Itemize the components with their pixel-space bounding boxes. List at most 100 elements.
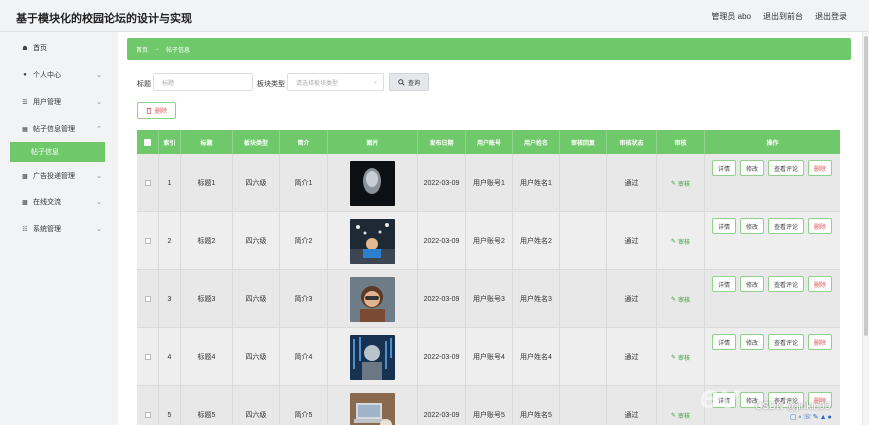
post-thumbnail-image[interactable]	[350, 160, 395, 206]
sidebar-item-label: 首页	[33, 45, 47, 52]
sidebar-item-posts[interactable]: ▦ 帖子信息管理 ⌃	[0, 119, 118, 139]
row-checkbox[interactable]	[144, 354, 151, 360]
row-select-cell[interactable]	[137, 328, 159, 386]
sidebar-subitem-post-info[interactable]: 帖子信息	[10, 142, 105, 162]
cell-index: 5	[159, 386, 181, 425]
logout-link[interactable]: 退出登录	[815, 11, 847, 22]
cell-image	[328, 212, 418, 270]
cell-index: 4	[159, 328, 181, 386]
edit-button[interactable]: 修改	[739, 218, 764, 234]
cell-reply	[560, 154, 607, 212]
cell-type: 四六级	[233, 328, 280, 386]
cell-type: 四六级	[233, 154, 280, 212]
post-thumbnail-image[interactable]	[350, 392, 395, 425]
cell-title: 标题4	[181, 328, 233, 386]
row-select-cell[interactable]	[137, 270, 159, 328]
chevron-down-icon: ⌄	[372, 79, 378, 85]
cell-audit: ✎ 审核	[657, 328, 705, 386]
cell-account: 用户账号1	[466, 154, 513, 212]
sidebar-item-users[interactable]: ☰ 用户管理 ⌄	[0, 92, 118, 112]
row-checkbox[interactable]	[144, 180, 151, 186]
query-button-label: 查询	[407, 80, 420, 87]
sidebar-item-personal[interactable]: ● 个人中心 ⌄	[0, 65, 118, 85]
view-comments-button[interactable]: 查看评论	[768, 276, 805, 292]
cell-reply	[560, 328, 607, 386]
edit-button[interactable]: 修改	[739, 160, 764, 176]
batch-delete-button[interactable]: 删除	[137, 102, 176, 119]
select-all-checkbox[interactable]	[144, 138, 151, 146]
cell-title: 标题1	[181, 154, 233, 212]
detail-button[interactable]: 详情	[711, 276, 736, 292]
admin-label: 管理员 abo	[711, 12, 751, 21]
vertical-scrollbar[interactable]	[862, 32, 869, 425]
row-delete-button[interactable]: 删除	[808, 218, 833, 234]
audit-link[interactable]: ✎ 审核	[671, 237, 690, 246]
detail-button[interactable]: 详情	[711, 334, 736, 350]
row-checkbox[interactable]	[144, 296, 151, 302]
audit-link[interactable]: ✎ 审核	[671, 295, 690, 304]
detail-button[interactable]: 详情	[711, 160, 736, 176]
audit-link-label: 审核	[678, 239, 691, 246]
post-thumbnail-image[interactable]	[350, 218, 395, 264]
col-index: 索引	[159, 130, 181, 154]
breadcrumb-home[interactable]: 首页	[136, 45, 148, 54]
post-thumbnail-image[interactable]	[350, 334, 395, 380]
row-actions: 详情 修改 查看评论 删除	[705, 160, 839, 176]
type-filter-select[interactable]: 请选择板块类型 ⌄	[287, 73, 384, 91]
apps-icon: ▩	[22, 199, 28, 206]
col-type: 板块类型	[233, 130, 280, 154]
cell-title: 标题5	[181, 386, 233, 425]
sidebar-item-home[interactable]: ☗ 首页	[0, 38, 118, 58]
sidebar-item-ads[interactable]: ▩ 广告投递管理 ⌄	[0, 166, 118, 186]
chevron-down-icon: ⌄	[96, 72, 102, 79]
edit-button[interactable]: 修改	[739, 334, 764, 350]
col-account: 用户账号	[466, 130, 513, 154]
row-checkbox[interactable]	[144, 412, 151, 418]
cell-date: 2022-03-09	[418, 328, 466, 386]
row-checkbox[interactable]	[144, 238, 151, 244]
query-button[interactable]: 查询	[389, 73, 429, 91]
edit-button[interactable]: 修改	[739, 276, 764, 292]
audit-link[interactable]: ✎ 审核	[671, 179, 690, 188]
type-filter-label: 板块类型	[257, 81, 285, 88]
sidebar-item-chat[interactable]: ▩ 在线交流 ⌄	[0, 192, 118, 212]
row-select-cell[interactable]	[137, 386, 159, 425]
cell-account: 用户账号3	[466, 270, 513, 328]
sidebar-item-system[interactable]: ☷ 系统管理 ⌄	[0, 219, 118, 239]
select-all-cell[interactable]	[137, 130, 159, 154]
cell-audit: ✎ 审核	[657, 212, 705, 270]
view-comments-button[interactable]: 查看评论	[768, 160, 805, 176]
post-thumbnail-image[interactable]	[350, 276, 395, 322]
csdn-watermark: CSDN @jinkin05	[755, 401, 831, 412]
col-status: 审核状态	[607, 130, 657, 154]
edit-icon: ✎	[670, 180, 676, 187]
title-filter-input[interactable]: 标题	[153, 73, 253, 91]
col-intro: 简介	[280, 130, 328, 154]
cell-date: 2022-03-09	[418, 212, 466, 270]
cell-intro: 简介2	[280, 212, 328, 270]
row-select-cell[interactable]	[137, 212, 159, 270]
row-delete-button[interactable]: 删除	[808, 160, 833, 176]
scrollbar-thumb[interactable]	[864, 36, 868, 336]
view-comments-button[interactable]: 查看评论	[768, 218, 805, 234]
row-delete-button[interactable]: 删除	[808, 276, 833, 292]
table-row: 1 标题1 四六级 简介1 2022-03-09 用户账号1 用户姓名1 通过 …	[137, 154, 840, 212]
system-tray-icons: ▢∘☏✎▲●	[790, 414, 833, 421]
breadcrumb-separator: →	[154, 46, 161, 52]
cell-reply	[560, 386, 607, 425]
back-to-front-link[interactable]: 退出到前台	[763, 11, 803, 22]
audit-link-label: 审核	[678, 181, 691, 188]
breadcrumb: 首页 → 帖子信息	[127, 38, 851, 60]
detail-button[interactable]: 详情	[711, 218, 736, 234]
cell-name: 用户姓名5	[513, 386, 560, 425]
col-audit: 审核	[657, 130, 705, 154]
row-delete-button[interactable]: 删除	[808, 334, 833, 350]
cell-status: 通过	[607, 328, 657, 386]
audit-link[interactable]: ✎ 审核	[671, 411, 690, 420]
row-select-cell[interactable]	[137, 154, 159, 212]
view-comments-button[interactable]: 查看评论	[768, 334, 805, 350]
col-image: 图片	[328, 130, 418, 154]
home-icon: ☗	[22, 45, 28, 52]
breadcrumb-current: 帖子信息	[166, 47, 191, 54]
audit-link[interactable]: ✎ 审核	[671, 353, 690, 362]
